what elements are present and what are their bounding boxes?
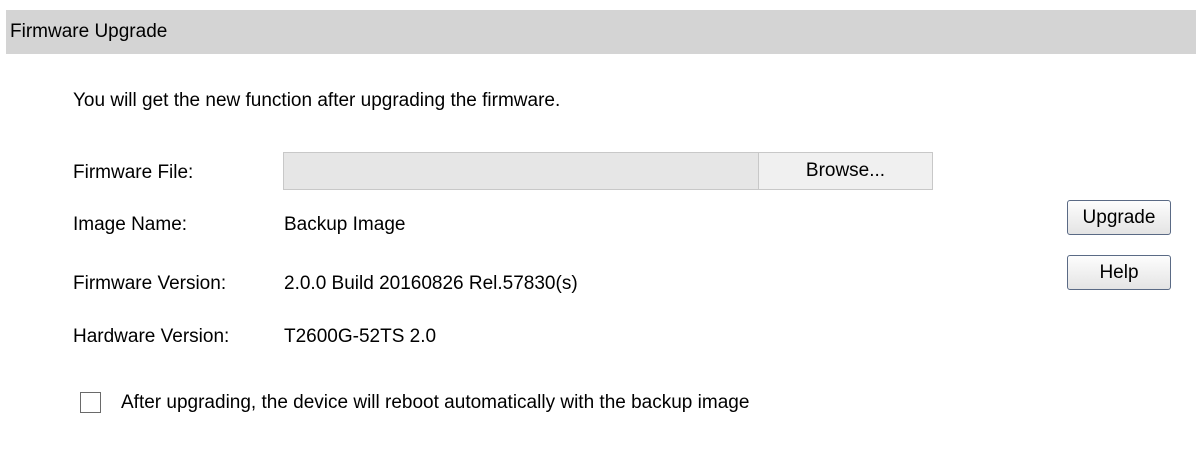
reboot-checkbox-label: After upgrading, the device will reboot … [121,392,750,413]
panel-title: Firmware Upgrade [10,21,168,42]
hardware-version-label: Hardware Version: [73,326,230,347]
panel-header: Firmware Upgrade [6,10,1196,54]
reboot-checkbox[interactable] [80,392,101,413]
firmware-file-input[interactable]: Browse... [283,152,933,190]
browse-button[interactable]: Browse... [759,153,932,189]
firmware-file-label: Firmware File: [73,162,194,183]
firmware-version-label: Firmware Version: [73,273,227,294]
firmware-version-value: 2.0.0 Build 20160826 Rel.57830(s) [284,273,578,294]
upgrade-button[interactable]: Upgrade [1067,200,1171,235]
image-name-value: Backup Image [284,214,406,235]
image-name-label: Image Name: [73,214,188,235]
intro-text: You will get the new function after upgr… [73,90,561,111]
help-button[interactable]: Help [1067,255,1171,290]
file-path-field[interactable] [284,153,759,189]
hardware-version-value: T2600G-52TS 2.0 [284,326,437,347]
